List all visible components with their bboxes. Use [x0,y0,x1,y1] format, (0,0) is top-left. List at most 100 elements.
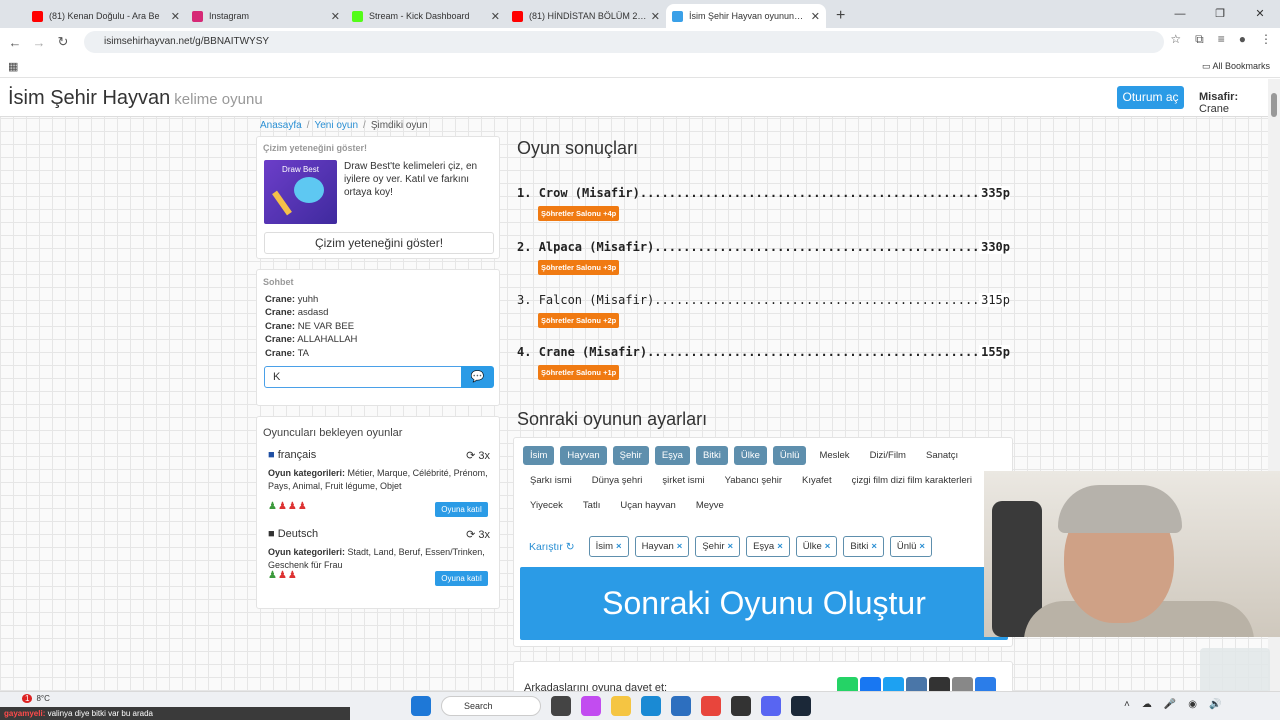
browser-tab[interactable]: Instagram ✕ [186,4,346,28]
category-toggle[interactable]: Ülke [733,446,767,465]
category-toggle[interactable]: Dizi/Film [863,446,913,465]
breadcrumb-home-link[interactable]: Anasayfa [260,120,302,131]
close-icon[interactable]: × [677,541,683,552]
twitter-icon[interactable] [883,677,904,691]
store-icon[interactable] [671,696,691,716]
categories-label: Oyun kategorileri: [268,547,346,557]
close-icon[interactable]: × [777,541,783,552]
taskbar-search[interactable]: Search [441,696,541,716]
network-icon[interactable]: ◉ [1188,699,1197,710]
category-toggle[interactable]: Meyve [689,496,731,515]
facebook-icon[interactable] [860,677,881,691]
selected-category-chip[interactable]: Ünlü × [889,536,932,557]
menu-icon[interactable]: ⋮ [1260,32,1272,47]
weather-widget[interactable]: 1 8°C [22,694,50,703]
breadcrumb-new-game-link[interactable]: Yeni oyun [314,120,358,131]
all-bookmarks-link[interactable]: ▭ All Bookmarks [1202,61,1270,72]
browser-tab[interactable]: (81) HİNDİSTAN BÖLÜM 2: VAR ✕ [506,4,666,28]
media-icon[interactable]: ≡ [1218,32,1225,47]
category-toggle[interactable]: Uçan hayvan [613,496,682,515]
browser-tab[interactable]: Stream - Kick Dashboard ✕ [346,4,506,28]
category-toggle[interactable]: Şarkı ismi [523,471,579,490]
bookmark-star-icon[interactable]: ☆ [1170,32,1181,47]
browser-tab-strip: (81) Kenan Doğulu - Ara Be ✕ Instagram ✕ Str… [0,0,1280,28]
shuffle-button[interactable]: Karıştır ↻ [529,541,575,553]
category-toggle[interactable]: şirket ismi [655,471,711,490]
selected-category-chip[interactable]: Ülke × [795,536,838,557]
windows-start-icon[interactable] [411,696,431,716]
close-icon[interactable]: ✕ [651,10,660,23]
category-toggle[interactable]: Eşya [654,446,690,465]
category-toggle[interactable]: Şehir [612,446,649,465]
close-icon[interactable]: × [871,541,877,552]
task-view-icon[interactable] [551,696,571,716]
join-game-button[interactable]: Oyuna katıl [435,502,488,517]
chat-send-button[interactable]: 💬 [461,366,494,388]
url-field[interactable]: isimsehirhayvan.net/g/BBNAITWYSY [84,31,1164,53]
vk-icon[interactable] [906,677,927,691]
login-button[interactable]: Oturum aç [1117,86,1184,109]
category-toggle[interactable]: Ünlü [772,446,807,465]
back-icon[interactable]: ← [3,35,27,50]
close-icon[interactable]: × [728,541,734,552]
reload-icon[interactable]: ↻ [51,34,75,50]
category-toggle[interactable]: Kıyafet [795,471,839,490]
file-explorer-icon[interactable] [611,696,631,716]
whatsapp-icon[interactable] [837,677,858,691]
category-toggle[interactable]: Tatlı [576,496,607,515]
share-icon[interactable] [975,677,996,691]
steam-icon[interactable] [791,696,811,716]
join-game-button[interactable]: Oyuna katıl [435,571,488,586]
browser-tab[interactable]: İsim Şehir Hayvan oyununa kat ✕ [666,4,826,28]
chevron-up-icon[interactable]: ˄ [1124,699,1130,710]
volume-icon[interactable]: 🔊 [1209,699,1221,710]
close-icon[interactable]: ✕ [171,10,180,23]
restore-icon[interactable]: ❐ [1200,0,1240,28]
profile-avatar[interactable]: ● [1239,32,1246,47]
draw-promo-button[interactable]: Çizim yeteneğini göster! [264,232,494,254]
close-icon[interactable]: × [825,541,831,552]
draw-best-image[interactable]: Draw Best [264,160,337,224]
snapchat-icon[interactable] [929,677,950,691]
close-icon[interactable]: ✕ [811,10,820,23]
close-icon[interactable]: ✕ [491,10,500,23]
category-toggle[interactable]: Yiyecek [523,496,570,515]
chat-input[interactable]: K [264,366,462,388]
category-toggle[interactable]: çizgi film dizi film karakterleri [845,471,979,490]
selected-category-chip[interactable]: Hayvan × [634,536,690,557]
close-icon[interactable]: × [616,541,622,552]
close-icon[interactable]: × [919,541,925,552]
game-language-label: français [277,449,317,461]
cloud-icon[interactable]: ☁ [1142,699,1152,710]
email-icon[interactable] [952,677,973,691]
close-window-icon[interactable]: ✕ [1240,0,1280,28]
discord-icon[interactable] [761,696,781,716]
category-toggle[interactable]: Yabancı şehir [718,471,789,490]
ticker-user: gayamyeli: [4,709,46,718]
copilot-icon[interactable] [581,696,601,716]
site-logo[interactable]: İsim Şehir Hayvan kelime oyunu [8,87,263,110]
edge-icon[interactable] [641,696,661,716]
selected-category-chip[interactable]: Şehir × [695,536,741,557]
forward-icon[interactable]: → [27,35,51,50]
browser-tab[interactable]: (81) Kenan Doğulu - Ara Be ✕ [26,4,186,28]
category-toggle[interactable]: İsim [523,446,555,465]
tab-favicon-icon [352,10,363,22]
minimize-icon[interactable]: — [1160,0,1200,28]
category-toggle[interactable]: Meslek [812,446,856,465]
selected-category-chip[interactable]: Bitki × [843,536,884,557]
selected-category-chip[interactable]: İsim × [588,536,629,557]
selected-category-chip[interactable]: Eşya × [746,536,790,557]
category-toggle[interactable]: Hayvan [560,446,607,465]
category-toggle[interactable]: Dünya şehri [585,471,650,490]
extensions-icon[interactable]: ⧉ [1195,32,1204,47]
category-toggle[interactable]: Sanatçı [919,446,965,465]
mic-icon[interactable]: 🎤 [1164,699,1176,710]
obs-icon[interactable] [731,696,751,716]
chrome-icon[interactable] [701,696,721,716]
create-next-game-button[interactable]: Sonraki Oyunu Oluştur [520,567,1008,640]
new-tab-button[interactable]: + [826,4,855,28]
category-toggle[interactable]: Bitki [695,446,728,465]
apps-grid-icon[interactable]: ▦ [8,60,18,73]
close-icon[interactable]: ✕ [331,10,340,23]
